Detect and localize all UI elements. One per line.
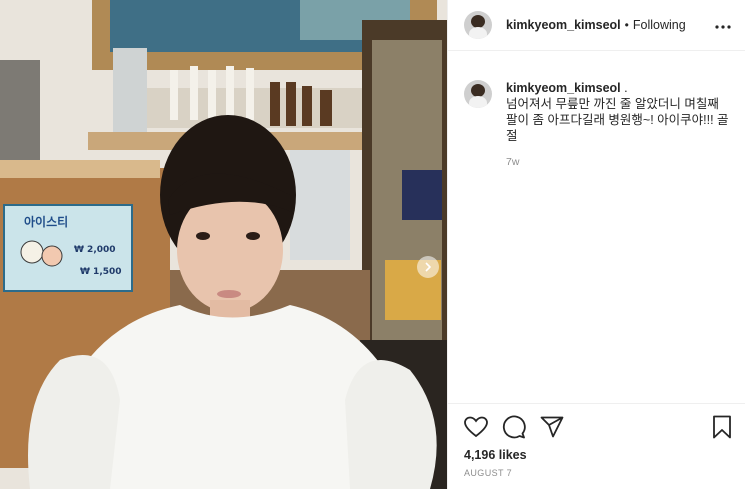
author-username[interactable]: kimkyeom_kimseol bbox=[506, 18, 621, 32]
sign-price-1: ₩ 2,000 bbox=[74, 245, 116, 255]
bookmark-icon[interactable] bbox=[712, 415, 732, 439]
caption-avatar[interactable] bbox=[464, 80, 492, 108]
post-photo[interactable]: 아이스티 ₩ 2,000 ₩ 1,500 bbox=[0, 0, 447, 489]
chevron-right-icon bbox=[423, 262, 433, 272]
instagram-post: 아이스티 ₩ 2,000 ₩ 1,500 kimkyeom_kimseol • … bbox=[0, 0, 745, 489]
sign-price-2: ₩ 1,500 bbox=[80, 267, 122, 277]
caption-body: kimkyeom_kimseol . 넘어져서 무릎만 까진 줄 알았더니 며칠… bbox=[506, 80, 730, 170]
following-button[interactable]: Following bbox=[633, 18, 686, 32]
caption-comment: kimkyeom_kimseol . 넘어져서 무릎만 까진 줄 알았더니 며칠… bbox=[464, 80, 730, 170]
post-time[interactable]: 7w bbox=[506, 154, 730, 170]
separator-dot: • bbox=[624, 18, 629, 32]
paper-plane-icon[interactable] bbox=[540, 416, 564, 438]
action-icons bbox=[464, 414, 732, 440]
post-side-panel: kimkyeom_kimseol • Following kimkyeom_ki… bbox=[447, 0, 745, 489]
comment-icon[interactable] bbox=[502, 415, 526, 439]
sign-title: 아이스티 bbox=[24, 214, 68, 229]
post-date: AUGUST 7 bbox=[464, 468, 513, 478]
more-options-icon[interactable] bbox=[715, 16, 731, 34]
likes-count[interactable]: 4,196 likes bbox=[464, 448, 732, 462]
post-header: kimkyeom_kimseol • Following bbox=[448, 0, 745, 51]
caption-username[interactable]: kimkyeom_kimseol bbox=[506, 81, 621, 95]
action-bar: 4,196 likes AUGUST 7 bbox=[448, 403, 745, 478]
author-avatar[interactable] bbox=[464, 11, 492, 39]
photo-illustration: 아이스티 ₩ 2,000 ₩ 1,500 bbox=[0, 0, 447, 489]
carousel-next-button[interactable] bbox=[417, 256, 439, 278]
heart-icon[interactable] bbox=[464, 416, 488, 438]
